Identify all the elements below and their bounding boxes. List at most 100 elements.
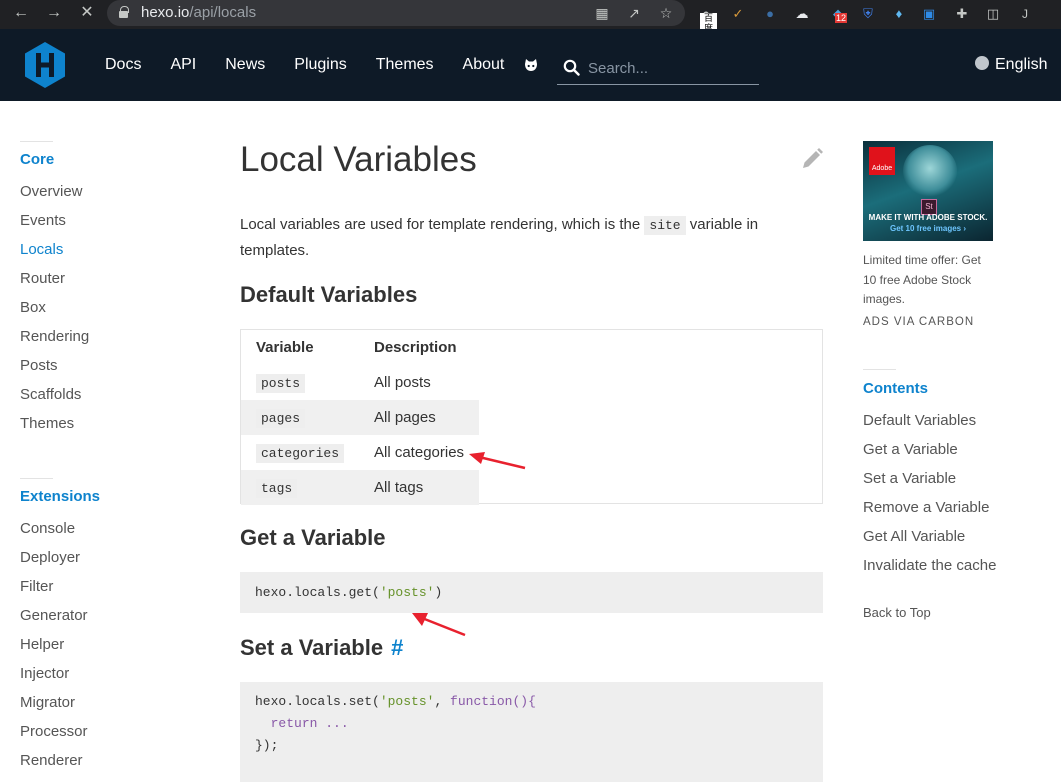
extension-diamond-icon[interactable]: ♦ [888, 3, 910, 25]
sidebar-item-filter[interactable]: Filter [20, 578, 53, 595]
extension-cloud-icon[interactable]: ☁ [791, 3, 813, 25]
adobe-logo-icon: Adobe [869, 147, 895, 175]
globe-icon [975, 56, 989, 70]
column-header-variable: Variable [256, 339, 314, 356]
translate-icon[interactable]: ▦ [593, 4, 611, 22]
toc-item-remove-variable[interactable]: Remove a Variable [863, 499, 989, 516]
variable-description: All posts [374, 374, 431, 391]
lock-icon[interactable] [119, 6, 129, 18]
sidebar-item-box[interactable]: Box [20, 299, 46, 316]
sidebar-item-posts[interactable]: Posts [20, 357, 58, 374]
nav-api[interactable]: API [170, 56, 196, 74]
variable-name: pages [256, 409, 306, 428]
heading-default-variables: Default Variables [240, 282, 418, 307]
ads-via-carbon-link[interactable]: ADS VIA CARBON [863, 316, 974, 328]
variables-table: Variable Description posts All posts pag… [240, 329, 823, 505]
sidebar-item-rendering[interactable]: Rendering [20, 328, 89, 345]
sidebar-section-core[interactable]: Core [20, 151, 54, 168]
browser-toolbar: ← → ✕ hexo.io/api/locals ▦ ↗ ☆ ●百度 ✓ ● ☁… [0, 0, 1061, 33]
language-selector[interactable]: English [975, 56, 1047, 74]
table-row: pages All pages [241, 400, 479, 435]
sidebar-item-deployer[interactable]: Deployer [20, 549, 80, 566]
toc-divider [863, 369, 896, 370]
sidebar-item-themes[interactable]: Themes [20, 415, 74, 432]
code-block-set: hexo.locals.set('posts', function(){ ret… [240, 682, 823, 782]
extension-d-icon[interactable]: ▣ [918, 3, 940, 25]
back-to-top-link[interactable]: Back to Top [863, 605, 931, 620]
ad-cta: Get 10 free images › [889, 224, 967, 233]
forward-arrow-icon[interactable]: → [41, 0, 67, 27]
toc-item-get-variable[interactable]: Get a Variable [863, 441, 958, 458]
nav-news[interactable]: News [225, 56, 265, 74]
sidebar-item-processor[interactable]: Processor [20, 723, 88, 740]
table-row: tags All tags [241, 470, 479, 505]
ad-text-link[interactable]: Limited time offer: Get 10 free Adobe St… [863, 251, 993, 310]
hexo-logo-icon[interactable] [23, 41, 67, 89]
search-icon[interactable] [563, 59, 580, 76]
toc-item-set-variable[interactable]: Set a Variable [863, 470, 956, 487]
address-bar[interactable]: hexo.io/api/locals ▦ ↗ ☆ [107, 0, 685, 26]
sidebar-item-router[interactable]: Router [20, 270, 65, 287]
baidu-extension-icon[interactable]: ●百度 [695, 3, 717, 33]
toc-title: Contents [863, 380, 928, 397]
heading-set-variable: Set a Variable # [240, 635, 404, 660]
sidebar-divider [20, 141, 53, 142]
search-input[interactable] [588, 57, 753, 79]
back-arrow-icon[interactable]: ← [8, 0, 34, 27]
code-block-get: hexo.locals.get('posts') [240, 572, 823, 613]
intro-paragraph: Local variables are used for template re… [240, 216, 759, 259]
sidebar-divider [20, 478, 53, 479]
profile-avatar[interactable]: J [1014, 3, 1036, 25]
sidebar-item-events[interactable]: Events [20, 212, 66, 229]
sidebar-section-extensions[interactable]: Extensions [20, 488, 100, 505]
search-box [557, 51, 759, 85]
variable-description: All tags [374, 479, 424, 496]
sidebar-item-migrator[interactable]: Migrator [20, 694, 75, 711]
bitwarden-shield-icon[interactable]: ⛨ [857, 3, 879, 25]
extension-v-icon[interactable]: ✓ [727, 3, 749, 25]
sidebar-item-injector[interactable]: Injector [20, 665, 69, 682]
bookmark-star-icon[interactable]: ☆ [657, 4, 675, 22]
variable-description: All pages [374, 409, 436, 426]
toc-item-invalidate-cache[interactable]: Invalidate the cache [863, 557, 996, 574]
stop-loading-icon[interactable]: ✕ [74, 0, 100, 27]
ad-portrait-image [903, 145, 957, 197]
url-text[interactable]: hexo.io/api/locals [141, 4, 256, 21]
table-row: posts All posts [241, 365, 479, 400]
sidebar-item-overview[interactable]: Overview [20, 183, 83, 200]
heading-get-variable: Get a Variable [240, 525, 386, 550]
sidebar-item-locals[interactable]: Locals [20, 241, 63, 258]
ad-headline: MAKE IT WITH ADOBE STOCK. [868, 213, 988, 222]
side-panel-icon[interactable]: ◫ [982, 3, 1004, 25]
pencil-edit-icon[interactable] [800, 147, 824, 171]
page-title: Local Variables [240, 140, 477, 179]
variable-name: tags [256, 479, 298, 498]
heading-anchor-link[interactable]: # [391, 635, 403, 660]
variable-description: All categories [374, 444, 465, 461]
sidebar-item-renderer[interactable]: Renderer [20, 752, 83, 769]
toc-item-get-all-variable[interactable]: Get All Variable [863, 528, 965, 545]
extensions-puzzle-icon[interactable]: ✚ [951, 3, 973, 25]
sidebar-item-scaffolds[interactable]: Scaffolds [20, 386, 81, 403]
ad-banner-image[interactable]: Adobe St MAKE IT WITH ADOBE STOCK. Get 1… [863, 141, 993, 241]
extension-bird-icon[interactable]: ● [759, 3, 781, 25]
main-nav: Docs API News Plugins Themes About [105, 29, 533, 101]
github-icon[interactable] [523, 58, 539, 74]
toc-item-default-variables[interactable]: Default Variables [863, 412, 976, 429]
sidebar-item-helper[interactable]: Helper [20, 636, 64, 653]
site-header: Docs API News Plugins Themes About Engli… [0, 29, 1061, 101]
nav-plugins[interactable]: Plugins [294, 56, 346, 74]
sidebar-item-generator[interactable]: Generator [20, 607, 88, 624]
sidebar-item-console[interactable]: Console [20, 520, 75, 537]
table-row: categories All categories [241, 435, 479, 470]
inline-code-site: site [644, 216, 686, 235]
nav-docs[interactable]: Docs [105, 56, 141, 74]
nav-themes[interactable]: Themes [376, 56, 434, 74]
variable-name: categories [256, 444, 345, 463]
column-header-description: Description [374, 339, 457, 356]
nav-about[interactable]: About [463, 56, 505, 74]
variable-name: posts [256, 374, 306, 393]
share-icon[interactable]: ↗ [625, 4, 643, 22]
extension-puzzle-colored-icon[interactable]: ◆12 [827, 3, 849, 25]
table-header-row: Variable Description [241, 330, 479, 365]
